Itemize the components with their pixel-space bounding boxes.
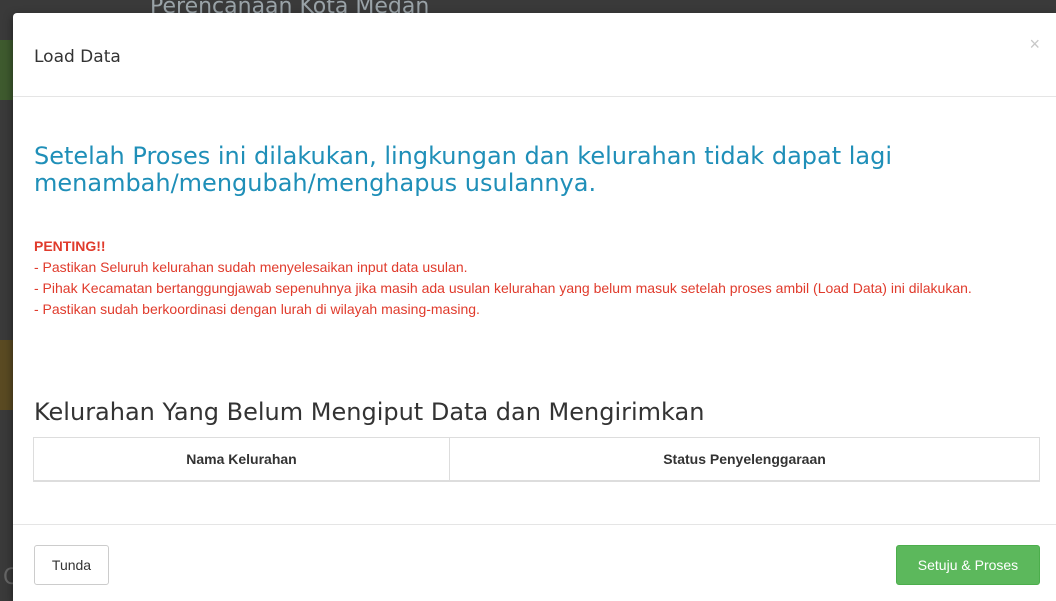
warning-line: - Pastikan Seluruh kelurahan sudah menye… — [34, 259, 468, 275]
load-data-modal: Load Data × Setelah Proses ini dilakukan… — [13, 13, 1056, 601]
table-header-row: Nama Kelurahan Status Penyelenggaraan — [33, 437, 1040, 482]
background-strip — [0, 340, 14, 410]
close-icon[interactable]: × — [1029, 35, 1040, 53]
setuju-proses-button[interactable]: Setuju & Proses — [896, 545, 1040, 585]
background-strip — [0, 40, 14, 100]
warning-notice: PENTING!! - Pastikan Seluruh kelurahan s… — [34, 236, 1034, 320]
modal-title: Load Data — [34, 47, 121, 67]
tunda-button[interactable]: Tunda — [34, 545, 109, 585]
warning-line: - Pihak Kecamatan bertanggungjawab sepen… — [34, 280, 972, 296]
confirmation-headline: Setelah Proses ini dilakukan, lingkungan… — [34, 142, 893, 197]
kelurahan-table: Nama Kelurahan Status Penyelenggaraan — [33, 437, 1040, 482]
column-header-nama-kelurahan: Nama Kelurahan — [33, 437, 450, 482]
column-header-status-penyelenggaraan: Status Penyelenggaraan — [449, 437, 1040, 482]
warning-line: - Pastikan sudah berkoordinasi dengan lu… — [34, 301, 480, 317]
warning-heading: PENTING!! — [34, 238, 106, 254]
modal-body: Setelah Proses ini dilakukan, lingkungan… — [13, 97, 1056, 524]
section-title: Kelurahan Yang Belum Mengiput Data dan M… — [34, 398, 705, 426]
modal-header: Load Data × — [13, 13, 1056, 97]
background-page-title: Perencanaan Kota Medan — [150, 0, 430, 14]
modal-footer: Tunda Setuju & Proses — [13, 524, 1056, 601]
